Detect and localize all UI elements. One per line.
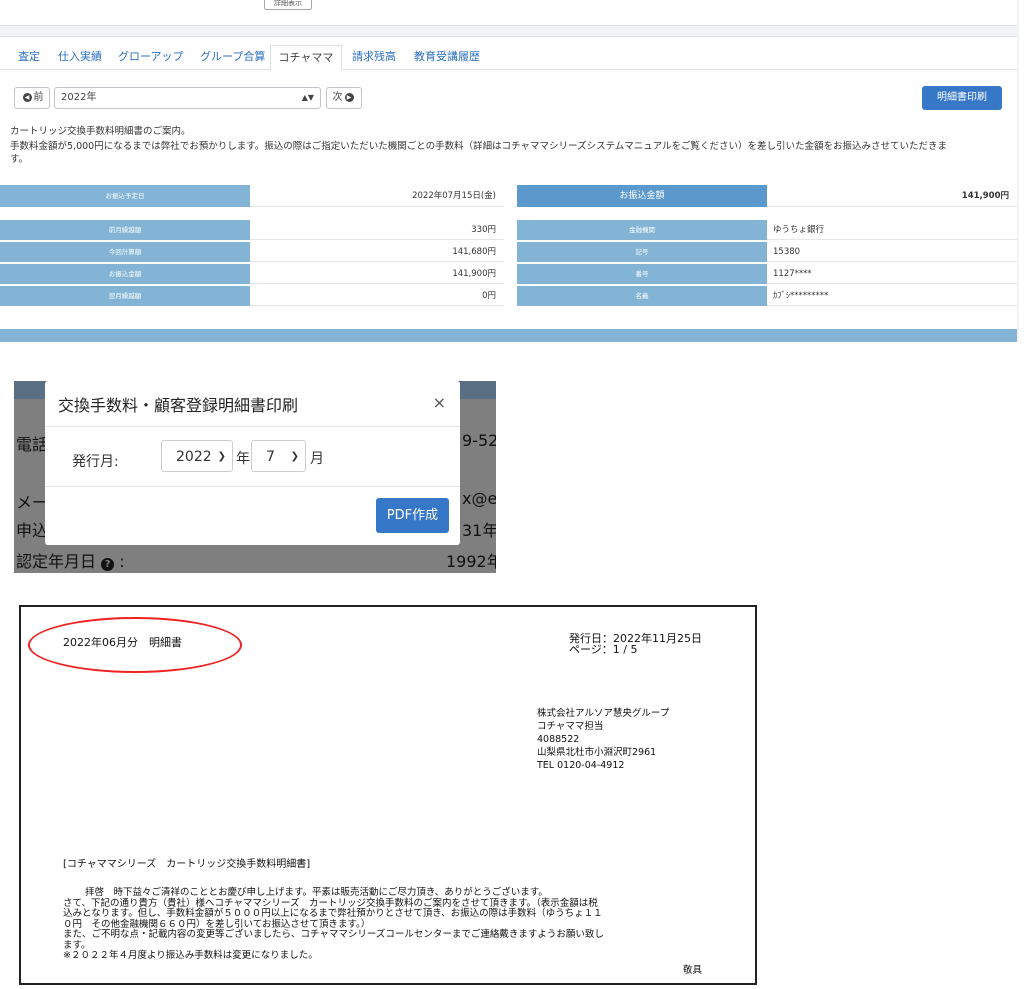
year-unit: 年 <box>236 451 250 467</box>
department: コチャママ担当 <box>537 721 604 732</box>
bg-certified-value: 1992年0 <box>446 552 496 571</box>
bg-apply-value: 31年0 <box>462 521 496 540</box>
transfer-amount-value: 141,900円 <box>250 264 504 284</box>
schedule-date-value: 2022年07月15日(金) <box>250 185 504 207</box>
sender-address: 株式会社アルソア慧央グループ コチャママ担当 4088522 山梨県北杜市小淵沢… <box>537 707 669 772</box>
close-icon[interactable]: × <box>433 393 446 412</box>
bg-phone-value: 9-52- <box>462 431 496 450</box>
next-carryover-value: 0円 <box>250 286 504 306</box>
tab-billing-balance[interactable]: 請求残高 <box>352 45 396 69</box>
schedule-date-label: お振込予定日 <box>0 185 250 207</box>
account-number-label: 番号 <box>517 264 767 284</box>
body-line: 拝啓 時下益々ご清祥のこととお慶び申し上げます。平素は販売活動にご尽力頂き、あり… <box>85 887 548 898</box>
tab-kochamama[interactable]: コチャママ <box>270 45 342 71</box>
chevron-right-icon: ▶ <box>344 92 354 102</box>
modal-divider-bottom <box>45 486 460 487</box>
address: 山梨県北杜市小淵沢町2961 <box>537 747 657 758</box>
monthly-table-header <box>0 329 1017 342</box>
tab-training-history[interactable]: 教育受講履歴 <box>414 45 480 69</box>
account-number-value: 1127**** <box>767 264 1017 284</box>
transfer-amount-label: お振込金額 <box>0 264 250 284</box>
tab-assessment[interactable]: 査定 <box>18 45 40 69</box>
postal-code: 4088522 <box>537 734 580 745</box>
bg-mail-label: メー <box>16 493 49 512</box>
year-dropdown[interactable]: 2022 ❯ <box>161 440 233 472</box>
tab-purchase-results[interactable]: 仕入実績 <box>58 45 102 69</box>
document-title: 2022年06月分 明細書 <box>63 636 182 649</box>
company-name: 株式会社アルソア慧央グループ <box>537 708 670 719</box>
prev-button[interactable]: ◀ 前 <box>14 87 50 109</box>
header-card: 詳細表示 <box>0 0 1017 26</box>
statement-web-panel: 詳細表示 査定 仕入実績 グローアップ グループ合算 コチャママ 請求残高 教育… <box>0 0 1019 342</box>
document-meta: 発行日：2022年11月25日 ページ：1 / 5 <box>569 633 702 655</box>
statement-card: 査定 仕入実績 グローアップ グループ合算 コチャママ 請求残高 教育受講履歴 … <box>0 36 1017 342</box>
body-line: また、ご不明な点・記載内容の変更等ございましたら、コチャママシリーズコールセンタ… <box>63 929 604 940</box>
statement-document: 2022年06月分 明細書 発行日：2022年11月25日 ページ：1 / 5 … <box>19 605 757 985</box>
modal-divider-top <box>45 426 460 427</box>
bank-label: 金融機関 <box>517 220 767 240</box>
account-holder-value: ｶﾌﾞｼ********* <box>767 286 1017 306</box>
print-modal-panel: 電話 9-52- メー x@ex 申込 31年0 認定年月日 ? : 1992年… <box>14 381 496 573</box>
tab-group-total[interactable]: グループ合算 <box>200 45 265 69</box>
body-line: 込みとなります。但し、手数料金額が５０００円以上になるまで弊社預かりとさせて頂き… <box>63 908 603 919</box>
page-number: ページ：1 / 5 <box>569 643 638 656</box>
telephone: TEL 0120-04-4912 <box>537 760 625 771</box>
select-caret-icon: ▲▼ <box>301 93 314 102</box>
detail-button[interactable]: 詳細表示 <box>264 0 312 10</box>
current-calc-label: 今回計算額 <box>0 242 250 262</box>
transfer-total-value: 141,900円 <box>767 185 1017 207</box>
prev-carryover-value: 330円 <box>250 220 504 240</box>
bg-certified-label: 認定年月日 ? : <box>16 552 125 571</box>
issue-month-label: 発行月: <box>72 454 119 470</box>
current-calc-value: 141,680円 <box>250 242 504 262</box>
bank-value: ゆうちょ銀行 <box>767 220 1017 240</box>
account-holder-label: 名義 <box>517 286 767 306</box>
month-unit: 月 <box>310 451 324 467</box>
document-heading: [コチャママシリーズ カートリッジ交換手数料明細書] <box>63 859 311 870</box>
bg-mail-value: x@ex <box>462 489 496 508</box>
next-button[interactable]: 次 ▶ <box>326 87 362 109</box>
notice-line-3: す。 <box>10 154 29 165</box>
chevron-left-icon: ◀ <box>22 92 32 102</box>
bg-apply-label: 申込 <box>16 521 49 540</box>
bg-phone-label: 電話 <box>16 435 49 454</box>
year-select[interactable]: 2022年 ▲▼ <box>54 87 321 109</box>
tab-bar: 査定 仕入実績 グローアップ グループ合算 コチャママ 請求残高 教育受講履歴 <box>0 45 1017 71</box>
next-carryover-label: 翌月繰越額 <box>0 286 250 306</box>
create-pdf-button[interactable]: PDF作成 <box>376 498 449 533</box>
account-symbol-value: 15380 <box>767 242 1017 262</box>
chevron-down-icon: ❯ <box>290 451 299 462</box>
closing-sign: 敬具 <box>683 965 703 976</box>
tab-grow-up[interactable]: グローアップ <box>118 45 184 69</box>
modal-title: 交換手数料・顧客登録明細書印刷 <box>58 396 299 415</box>
body-line: ※２０２２年４月度より振込み手数料は変更になりました。 <box>63 950 318 961</box>
month-dropdown[interactable]: 7 ❯ <box>251 440 306 472</box>
question-circle-icon: ? <box>101 558 115 571</box>
print-statement-button[interactable]: 明細書印刷 <box>922 86 1002 110</box>
notice-line-1: カートリッジ交換手数料明細書のご案内。 <box>10 126 191 137</box>
chevron-down-icon: ❯ <box>217 451 226 462</box>
document-body: 拝啓 時下益々ご清祥のこととお慶び申し上げます。平素は販売活動にご尽力頂き、あり… <box>63 887 743 962</box>
prev-carryover-label: 前月繰越額 <box>0 220 250 240</box>
print-modal: 交換手数料・顧客登録明細書印刷 × 発行月: 2022 ❯ 年 7 ❯ 月 PD… <box>45 381 460 545</box>
notice-line-2: 手数料金額が5,000円になるまでは弊社でお預かりします。振込の際はご指定いただ… <box>10 141 948 152</box>
transfer-total-label: お振込金額 <box>517 185 767 207</box>
account-symbol-label: 記号 <box>517 242 767 262</box>
